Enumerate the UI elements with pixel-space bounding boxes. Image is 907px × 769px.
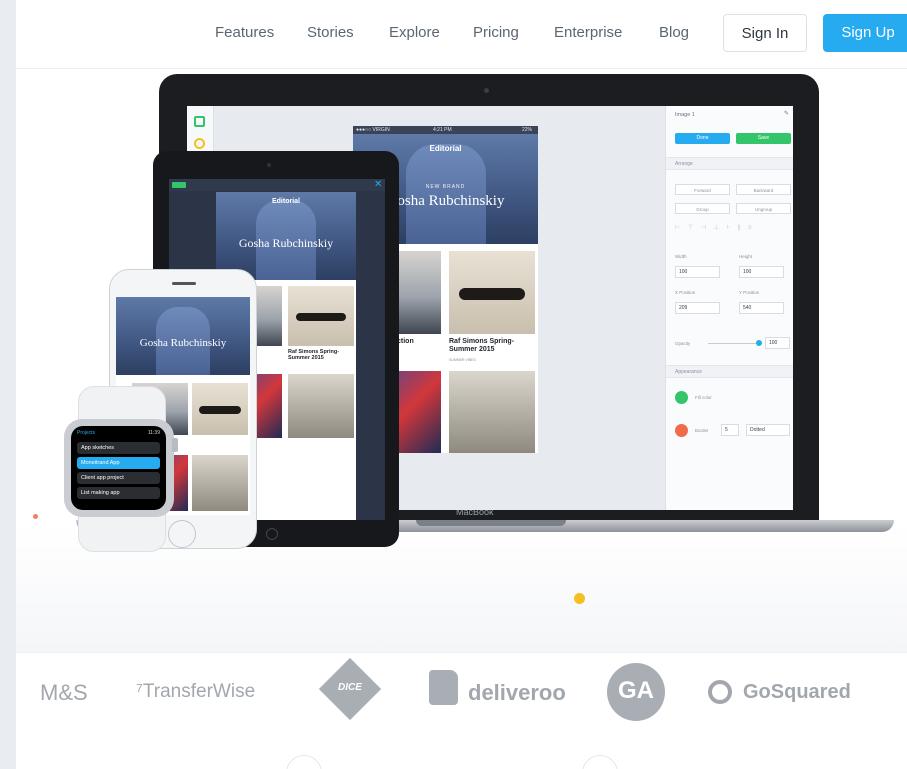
fill-color-label: Fill color [695, 395, 712, 400]
customer-logos: M&S ⁷TransferWise DICE deliveroo GA GoSq… [16, 652, 907, 732]
editorial-hero-image: Gosha Rubchinskiy [116, 297, 250, 375]
forward-button[interactable]: Forward [675, 184, 730, 195]
status-bar: ●●●○○ VIRGIN 4:21 PM 22% [353, 126, 538, 134]
carousel-indicator[interactable] [574, 593, 585, 604]
opacity-slider-track[interactable] [708, 343, 758, 344]
edit-icon[interactable]: ✎ [784, 110, 789, 117]
border-label: Border [695, 428, 709, 433]
top-nav: Features Stories Explore Pricing Enterpr… [16, 0, 907, 69]
border-style-select[interactable]: Dotted [746, 424, 790, 436]
logo-ga: GA [618, 677, 654, 704]
gosquared-logo-icon [708, 680, 732, 704]
page: Features Stories Explore Pricing Enterpr… [16, 0, 907, 769]
logo-gosquared: GoSquared [743, 681, 851, 703]
laptop-notch [416, 520, 566, 526]
close-icon[interactable]: ✕ [374, 180, 382, 190]
tablet-home-button [266, 528, 278, 540]
y-position-field[interactable]: 540 [739, 302, 784, 314]
phone-home-button [168, 520, 196, 548]
height-label: Height [739, 254, 753, 259]
nav-link-stories[interactable]: Stories [307, 24, 354, 41]
width-label: Width [675, 254, 687, 259]
sign-in-button[interactable]: Sign In [723, 14, 807, 52]
opacity-label: Opacity [675, 341, 691, 346]
appearance-section: Appearance [666, 365, 793, 378]
watch-list-item[interactable]: List making app [77, 487, 160, 499]
align-icons[interactable]: ⊢ ⊤ ⊣ ⊥ ⊦ ∥ ≡ [675, 224, 755, 231]
border-width-field[interactable]: 5 [721, 424, 739, 436]
product-caption: ction [397, 338, 414, 345]
watch-list-item[interactable]: Client app project [77, 472, 160, 484]
product-photo-glasses [288, 286, 354, 346]
x-position-label: X Position [675, 290, 696, 295]
next-section [16, 731, 907, 769]
product-photo-glasses[interactable] [449, 251, 535, 334]
product-photo-glasses [192, 383, 248, 435]
height-field[interactable]: 100 [739, 266, 784, 278]
editorial-title: Editorial [271, 198, 300, 205]
nav-link-blog[interactable]: Blog [659, 24, 689, 41]
y-position-label: Y Position [739, 290, 760, 295]
logo-dice: DICE [338, 682, 362, 693]
product-caption: Raf Simons Spring-Summer 2015 [449, 338, 514, 353]
logo-deliveroo: deliveroo [468, 680, 566, 705]
nav-link-features[interactable]: Features [215, 24, 274, 41]
logo-transferwise: ⁷TransferWise [136, 681, 256, 702]
brand-name: Gosha Rubchinskiy [139, 337, 227, 349]
x-position-field[interactable]: 209 [675, 302, 720, 314]
status-badge [172, 182, 186, 188]
product-photo-bike [192, 455, 248, 511]
watch-screen: Projects 11:39 App sketches Moneitrand A… [71, 426, 166, 510]
width-field[interactable]: 100 [675, 266, 720, 278]
nav-link-explore[interactable]: Explore [389, 24, 440, 41]
editorial-hero-image: Editorial Gosha Rubchinskiy [216, 192, 356, 280]
rectangle-tool-icon[interactable] [194, 116, 205, 127]
fill-color-swatch[interactable] [675, 391, 688, 404]
decorative-dot [33, 514, 38, 519]
circle-tool-icon[interactable] [194, 138, 205, 149]
ungroup-button[interactable]: Ungroup [736, 203, 791, 214]
inspector-title: Image 1 [675, 112, 695, 118]
product-photo-bike[interactable] [449, 371, 535, 453]
arrange-section: Arrange [666, 157, 793, 170]
backward-button[interactable]: Backward [736, 184, 791, 195]
border-color-swatch[interactable] [675, 424, 688, 437]
watch-crown [172, 438, 178, 452]
brand-name: Gosha Rubchinskiy [238, 236, 334, 250]
sign-up-button[interactable]: Sign Up [823, 14, 907, 52]
watch-time: 11:39 [147, 430, 160, 436]
logo-ms: M&S [40, 680, 88, 705]
decorative-circle [582, 755, 618, 769]
opacity-field[interactable]: 100 [765, 337, 790, 349]
watch-list-item[interactable]: App sketches [77, 442, 160, 454]
watch-list-item[interactable]: Moneitrand App [77, 457, 160, 469]
tablet-camera [267, 163, 271, 167]
group-button[interactable]: Group [675, 203, 730, 214]
nav-link-enterprise[interactable]: Enterprise [554, 24, 622, 41]
deliveroo-kangaroo-icon [429, 670, 458, 705]
phone-speaker [172, 282, 196, 285]
product-photo-bike [288, 374, 354, 438]
laptop-camera [484, 88, 489, 93]
tablet-toolbar: ✕ [169, 179, 385, 191]
decorative-circle [286, 755, 322, 769]
done-button[interactable]: Done [675, 133, 730, 144]
save-button[interactable]: Save [736, 133, 791, 144]
nav-link-pricing[interactable]: Pricing [473, 24, 519, 41]
product-caption-sub: SUMMER VIBES [449, 358, 476, 362]
inspector-panel: Image 1 ✎ Done Save Arrange Forward Back… [665, 106, 793, 510]
opacity-slider-knob[interactable] [756, 340, 762, 346]
product-caption: Raf Simons Spring-Summer 2015 [288, 349, 340, 361]
